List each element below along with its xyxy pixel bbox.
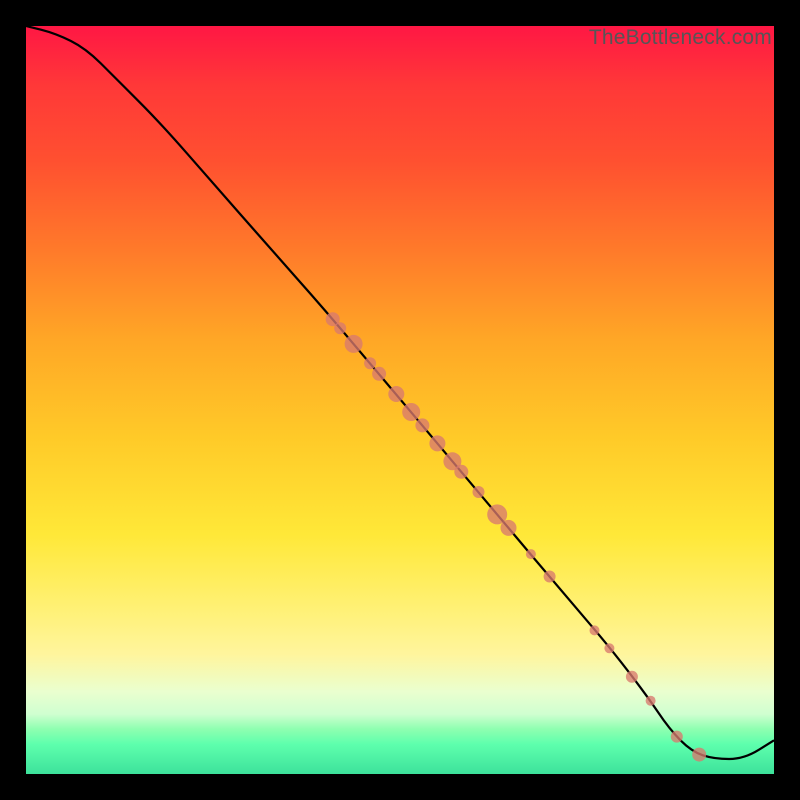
data-point: [364, 357, 376, 369]
data-point: [692, 748, 706, 762]
chart-svg: [26, 26, 774, 774]
data-point: [671, 731, 683, 743]
watermark-text: TheBottleneck.com: [589, 26, 772, 50]
data-point: [334, 322, 346, 334]
data-point: [345, 335, 363, 353]
data-point: [501, 520, 517, 536]
data-point: [388, 386, 404, 402]
data-point: [415, 418, 429, 432]
data-point: [402, 403, 420, 421]
data-point: [372, 367, 386, 381]
data-point: [590, 625, 600, 635]
data-point: [604, 643, 614, 653]
data-point: [473, 486, 485, 498]
data-point: [429, 435, 445, 451]
data-point: [646, 696, 656, 706]
data-point: [526, 549, 536, 559]
data-point: [544, 571, 556, 583]
data-point: [626, 671, 638, 683]
data-point: [454, 465, 468, 479]
